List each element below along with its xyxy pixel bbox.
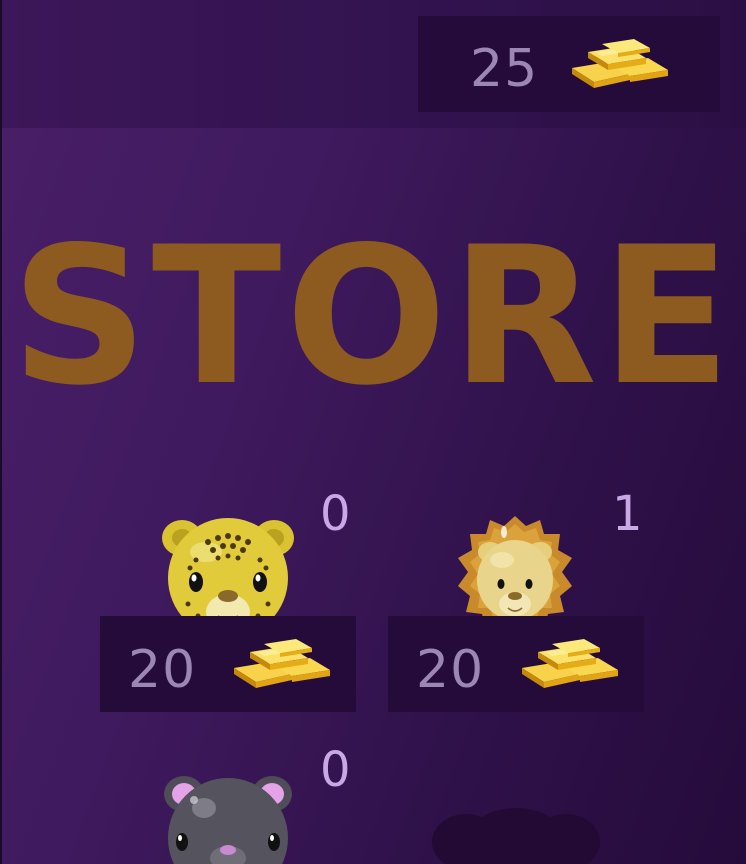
- gold-bars-icon: [570, 38, 670, 90]
- gold-balance: 25: [418, 16, 720, 112]
- panther-face-icon[interactable]: [160, 770, 296, 864]
- left-edge: [0, 0, 2, 864]
- price-amount: 20: [416, 640, 485, 700]
- locked-silhouette-icon[interactable]: [432, 808, 600, 864]
- owned-count: 0: [320, 742, 351, 798]
- page-title: STORE: [10, 206, 736, 427]
- price-button[interactable]: 20: [100, 616, 356, 712]
- price-button[interactable]: 20: [388, 616, 644, 712]
- gold-balance-amount: 25: [470, 39, 539, 99]
- owned-count: 0: [320, 486, 351, 542]
- price-amount: 20: [128, 640, 197, 700]
- gold-bars-icon: [232, 638, 332, 690]
- owned-count: 1: [612, 486, 643, 542]
- gold-bars-icon: [520, 638, 620, 690]
